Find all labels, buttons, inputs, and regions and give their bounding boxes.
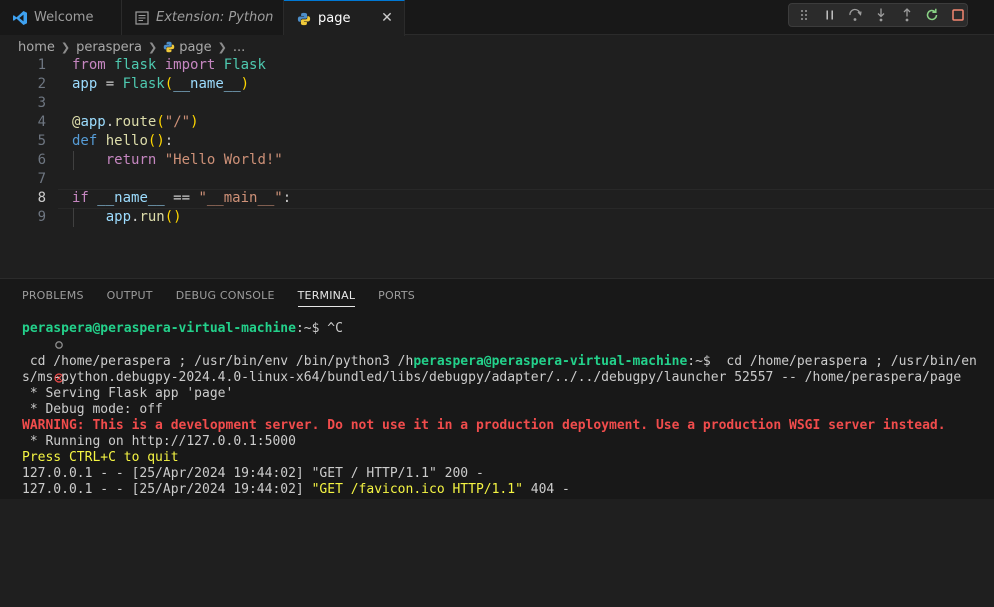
- breadcrumb-item[interactable]: home: [18, 40, 55, 55]
- command-success-dot-icon: [7, 323, 63, 349]
- code-line: 4 @app.route("/"): [0, 113, 994, 132]
- breadcrumb-item[interactable]: ...: [233, 40, 245, 55]
- terminal-text: cd /home/peraspera ; /usr/bin/en: [718, 354, 977, 369]
- tab-problems[interactable]: PROBLEMS: [22, 289, 84, 307]
- terminal-line: * Debug mode: off: [22, 402, 163, 417]
- code-line: 7: [0, 170, 994, 189]
- code-text: from flask import Flask: [72, 57, 266, 73]
- tab-terminal[interactable]: TERMINAL: [297, 289, 356, 307]
- step-over-icon[interactable]: [846, 6, 864, 24]
- code-line-current: 8 if __name__ == "__main__":: [0, 189, 994, 208]
- code-text: def hello():: [72, 133, 174, 149]
- prompt-user: peraspera@peraspera-virtual-machine: [22, 321, 296, 336]
- terminal-text: 127.0.0.1 - - [25/Apr/2024 19:44:02]: [22, 482, 312, 497]
- pause-icon[interactable]: [821, 6, 839, 24]
- chevron-right-icon: ❯: [147, 40, 158, 54]
- restart-icon[interactable]: [924, 6, 942, 24]
- panel-tabs: PROBLEMS OUTPUT DEBUG CONSOLE TERMINAL P…: [22, 289, 438, 307]
- code-text: return "Hello World!": [105, 152, 283, 168]
- chevron-right-icon: ❯: [60, 40, 71, 54]
- terminal-warning-line: WARNING: This is a development server. D…: [22, 418, 946, 433]
- line-number: 4: [37, 114, 46, 130]
- terminal-text: cd /home/peraspera ; /usr/bin/env /bin/p…: [22, 354, 414, 369]
- terminal-request: "GET /favicon.ico HTTP/1.1": [311, 482, 523, 497]
- prompt-path: :~$: [687, 354, 719, 369]
- tab-extension-python[interactable]: Extension: Python: [122, 0, 284, 35]
- terminal-line: Press CTRL+C to quit: [22, 450, 179, 465]
- chevron-right-icon: ❯: [217, 40, 227, 54]
- code-editor[interactable]: 1 from flask import Flask 2 app = Flask(…: [0, 56, 994, 278]
- python-icon: [163, 41, 175, 53]
- command-error-icon: [7, 356, 64, 383]
- step-out-icon[interactable]: [898, 6, 916, 24]
- line-number: 3: [37, 95, 46, 111]
- code-line: 1 from flask import Flask: [0, 56, 994, 75]
- close-icon[interactable]: ✕: [380, 11, 394, 25]
- terminal-line: * Running on http://127.0.0.1:5000: [22, 434, 296, 449]
- prompt-user: peraspera@peraspera-virtual-machine: [413, 354, 688, 369]
- line-number: 9: [37, 209, 46, 225]
- terminal-line: cd /home/peraspera ; /usr/bin/env /bin/p…: [22, 354, 977, 370]
- code-line: 5 def hello():: [0, 132, 994, 151]
- code-text: if __name__ == "__main__":: [72, 190, 292, 206]
- tab-label: Welcome: [34, 10, 94, 25]
- terminal-command: ^C: [327, 321, 343, 336]
- code-text: @app.route("/"): [72, 114, 199, 130]
- code-line: 6 return "Hello World!": [0, 151, 994, 170]
- tab-page[interactable]: page ✕: [284, 0, 405, 36]
- breadcrumb-item[interactable]: page: [179, 40, 211, 55]
- code-line: 9 app.run(): [0, 208, 994, 227]
- extension-doc-icon: [134, 10, 150, 26]
- terminal-line: s/ms-python.debugpy-2024.4.0-linux-x64/b…: [22, 370, 962, 385]
- line-number: 1: [37, 57, 46, 73]
- terminal-line: 127.0.0.1 - - [25/Apr/2024 19:44:02] "GE…: [22, 482, 570, 498]
- terminal-text: 404 -: [522, 482, 570, 497]
- tab-label: page: [318, 11, 351, 26]
- code-text: app = Flask(__name__): [72, 76, 250, 92]
- line-number: 8: [37, 190, 46, 206]
- line-number: 6: [37, 152, 46, 168]
- tab-output[interactable]: OUTPUT: [107, 289, 153, 307]
- breadcrumb: home ❯ peraspera ❯ page ❯ ...: [18, 38, 245, 56]
- stop-icon[interactable]: [949, 6, 967, 24]
- step-into-icon[interactable]: [872, 6, 890, 24]
- prompt-path: :~$: [295, 321, 328, 336]
- terminal-line: * Serving Flask app 'page': [22, 386, 234, 401]
- line-number: 7: [37, 171, 46, 187]
- tab-welcome[interactable]: Welcome: [0, 0, 122, 35]
- terminal-output[interactable]: peraspera@peraspera-virtual-machine:~$ ^…: [0, 319, 994, 607]
- drag-handle-icon[interactable]: [795, 6, 813, 24]
- breadcrumb-item[interactable]: peraspera: [76, 40, 142, 55]
- terminal-line: 127.0.0.1 - - [25/Apr/2024 19:44:02] "GE…: [22, 466, 484, 481]
- debug-toolbar: [788, 3, 968, 27]
- code-text: app.run(): [105, 209, 182, 225]
- vscode-icon: [12, 10, 28, 26]
- line-number: 5: [37, 133, 46, 149]
- bottom-panel: PROBLEMS OUTPUT DEBUG CONSOLE TERMINAL P…: [0, 278, 994, 499]
- tab-debug-console[interactable]: DEBUG CONSOLE: [176, 289, 275, 307]
- code-line: 3: [0, 94, 994, 113]
- line-number: 2: [37, 76, 46, 92]
- code-line: 2 app = Flask(__name__): [0, 75, 994, 94]
- tab-ports[interactable]: PORTS: [378, 289, 415, 307]
- tab-label: Extension: Python: [156, 10, 274, 25]
- terminal-line: peraspera@peraspera-virtual-machine:~$ ^…: [22, 321, 343, 337]
- python-icon: [296, 11, 312, 27]
